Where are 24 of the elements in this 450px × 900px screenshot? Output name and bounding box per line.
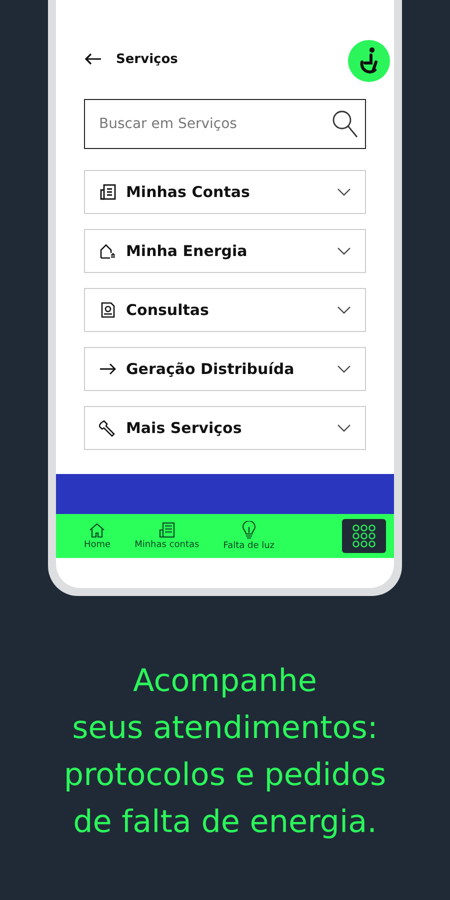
nav-item[interactable]: Home	[84, 522, 111, 550]
document-icon	[99, 183, 117, 201]
right-arrow-icon	[99, 363, 117, 375]
menu-grid-button[interactable]	[342, 519, 386, 553]
promo-caption: Acompanhe seus atendimentos: protocolos e pedidos de falta de energia.	[62, 662, 388, 842]
wrench-icon	[99, 419, 117, 437]
home-icon	[89, 522, 106, 538]
lightbulb-icon	[240, 521, 257, 539]
menu-item[interactable]: Minha Energia	[84, 229, 366, 273]
search-field[interactable]: Buscar em Serviços	[84, 99, 366, 149]
document-icon	[158, 522, 175, 538]
grid-icon	[352, 524, 376, 548]
document-search-icon	[99, 301, 117, 319]
nav-item[interactable]: Falta de luz	[223, 521, 275, 551]
menu-item[interactable]: Minhas Contas	[84, 170, 366, 214]
search-icon[interactable]	[332, 110, 358, 138]
accessibility-icon[interactable]	[348, 40, 390, 82]
back-arrow-icon[interactable]	[84, 53, 102, 65]
house-plug-icon	[99, 242, 117, 260]
menu-item[interactable]: Consultas	[84, 288, 366, 332]
menu-item[interactable]: Geração Distribuída	[84, 347, 366, 391]
page-title: Serviços	[116, 52, 179, 66]
menu-item[interactable]: Mais Serviços	[84, 406, 366, 450]
nav-item[interactable]: Minhas contas	[134, 522, 200, 550]
